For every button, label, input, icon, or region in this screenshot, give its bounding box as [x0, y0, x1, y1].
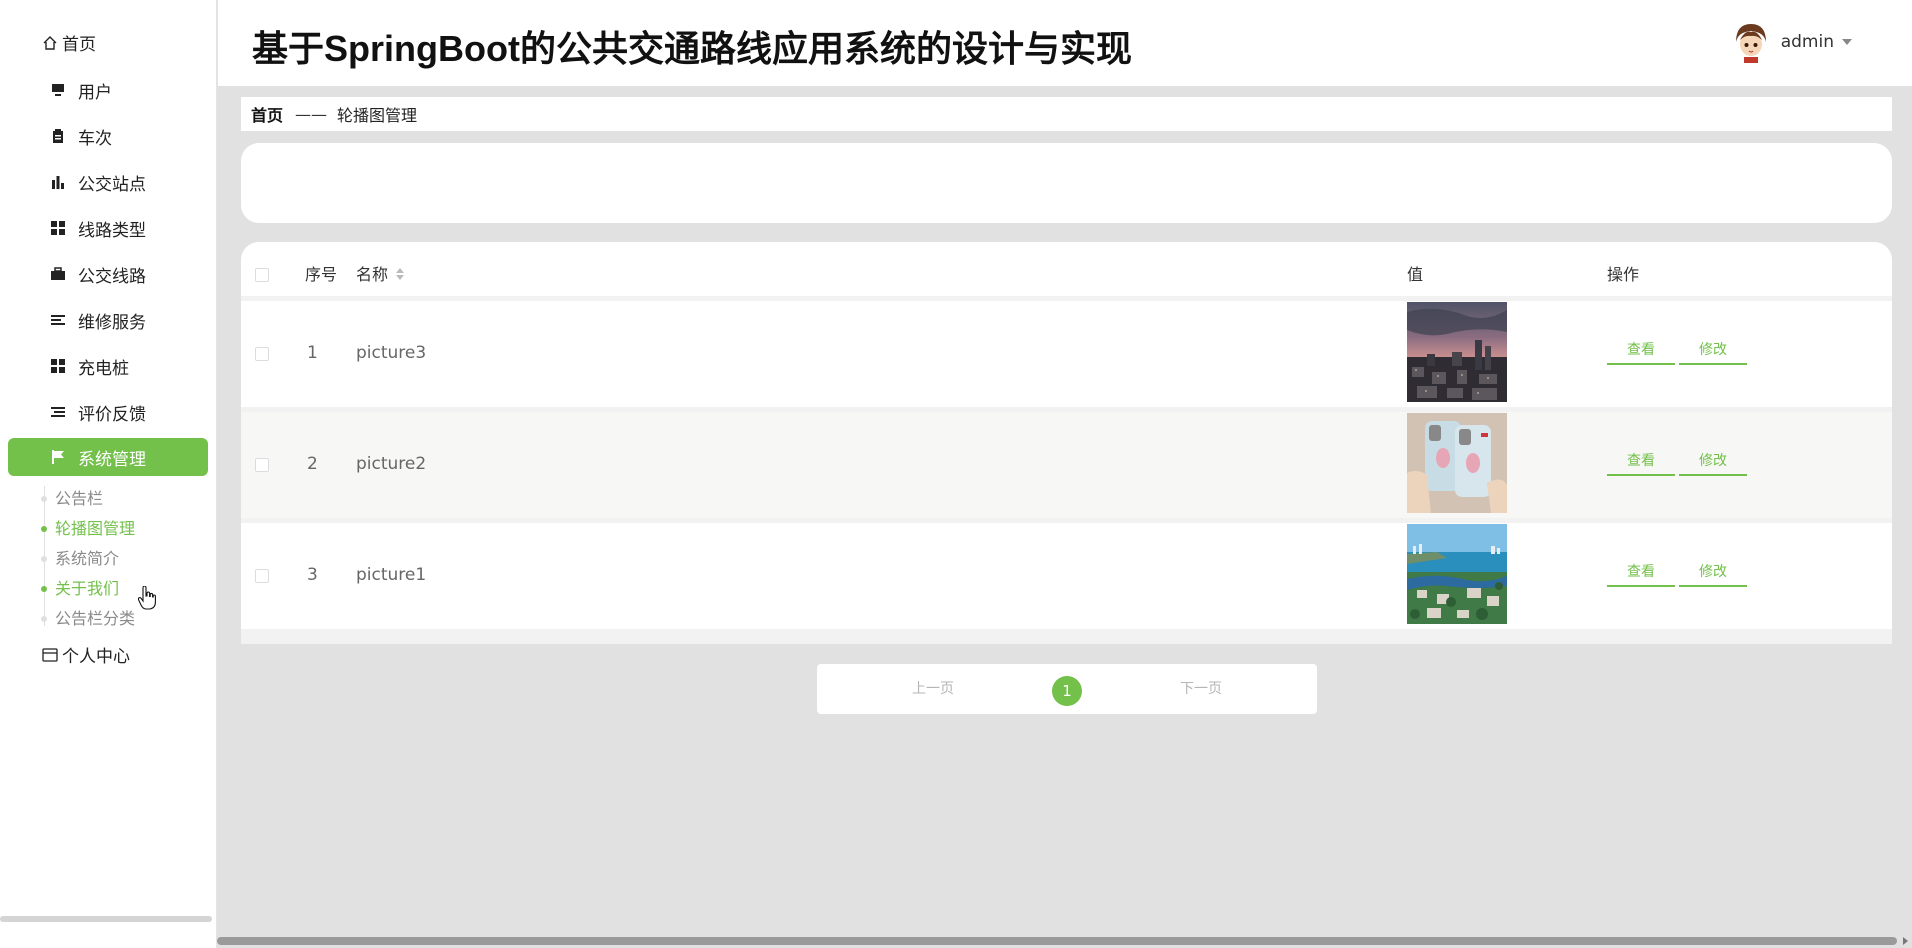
sidebar-item-feedback[interactable]: 评价反馈: [8, 393, 208, 431]
row-name: picture2: [356, 454, 427, 474]
view-button[interactable]: 查看: [1607, 557, 1675, 587]
briefcase-icon: [50, 266, 66, 282]
flag-icon: [50, 449, 66, 465]
sidebar-item-label: 维修服务: [78, 312, 146, 333]
sidebar-item-bus-stops[interactable]: 公交站点: [8, 163, 208, 201]
clipboard-icon: [50, 128, 66, 144]
submenu-item-notice-category[interactable]: 公告栏分类: [41, 604, 136, 634]
sidebar-item-label: 评价反馈: [78, 404, 146, 425]
chevron-down-icon: [1842, 39, 1852, 45]
list-indent-icon: [50, 404, 66, 420]
view-button[interactable]: 查看: [1607, 446, 1675, 476]
home-icon: [40, 33, 60, 53]
avatar: [1731, 23, 1770, 63]
horizontal-scrollbar[interactable]: [217, 937, 1897, 945]
submenu-dot: [41, 526, 47, 532]
scroll-right-icon[interactable]: [1903, 937, 1908, 945]
column-header-value: 值: [1407, 265, 1424, 284]
user-menu[interactable]: admin: [1731, 20, 1852, 64]
sidebar-personal-label: 个人中心: [62, 647, 130, 667]
sidebar-home-label: 首页: [62, 35, 96, 55]
row-name: picture3: [356, 343, 427, 363]
row-index: 1: [307, 343, 318, 363]
id-card-icon: [40, 645, 60, 665]
sidebar-item-system[interactable]: 系统管理: [8, 438, 208, 476]
sort-icon[interactable]: [396, 267, 405, 280]
carousel-image-thumbnail: [1407, 302, 1507, 402]
system-submenu: 公告栏 轮播图管理 系统简介 关于我们 公告栏分类: [41, 484, 136, 634]
sidebar-item-bus-routes[interactable]: 公交线路: [8, 255, 208, 293]
column-header-name[interactable]: 名称: [356, 242, 405, 296]
carousel-image-thumbnail: [1407, 413, 1507, 513]
submenu-item-about[interactable]: 关于我们: [41, 574, 135, 604]
sidebar: 首页 用户 车次 公交站点 线路类型 公交线路 维修服务 充电桩 评价反馈 系统…: [0, 0, 217, 948]
row-checkbox[interactable]: [255, 347, 269, 361]
page-number-button[interactable]: 1: [1052, 676, 1082, 706]
submenu-dot: [41, 556, 47, 562]
sidebar-item-label: 充电桩: [78, 358, 129, 379]
breadcrumb: 首页 —— 轮播图管理: [241, 97, 1892, 131]
app-title: 基于SpringBoot的公共交通路线应用系统的设计与实现: [252, 28, 1132, 69]
submenu-item-label: 公告栏: [55, 489, 104, 508]
view-button[interactable]: 查看: [1607, 335, 1675, 365]
table-row: 2 picture2 查看 修改: [241, 412, 1892, 518]
table-row: 1 picture3 查看 修改: [241, 301, 1892, 407]
select-all-checkbox[interactable]: [255, 268, 269, 282]
column-header-index: 序号: [305, 265, 338, 284]
column-header-name-label: 名称: [356, 265, 389, 284]
username: admin: [1780, 32, 1834, 52]
submenu-item-intro[interactable]: 系统简介: [41, 544, 135, 574]
next-page-button[interactable]: 下一页: [1180, 664, 1222, 714]
edit-button[interactable]: 修改: [1679, 335, 1747, 365]
carousel-image-thumbnail: [1407, 524, 1507, 624]
submenu-dot: [41, 496, 47, 502]
sidebar-item-label: 系统管理: [78, 449, 146, 470]
pagination: 上一页 1 下一页: [817, 664, 1317, 714]
submenu-item-label: 系统简介: [55, 549, 120, 568]
column-header-actions: 操作: [1607, 265, 1640, 284]
row-index: 2: [307, 454, 318, 474]
row-checkbox[interactable]: [255, 458, 269, 472]
sidebar-item-label: 线路类型: [78, 220, 146, 241]
sidebar-scrollbar[interactable]: [0, 916, 212, 922]
edit-button[interactable]: 修改: [1679, 446, 1747, 476]
sidebar-item-label: 公交线路: [78, 266, 146, 287]
sidebar-item-label: 用户: [78, 82, 112, 103]
submenu-item-carousel[interactable]: 轮播图管理: [41, 514, 136, 544]
breadcrumb-home[interactable]: 首页: [251, 102, 283, 126]
sidebar-item-charging[interactable]: 充电桩: [8, 347, 208, 385]
submenu-dot: [41, 616, 47, 622]
submenu-item-label: 公告栏分类: [55, 609, 136, 628]
breadcrumb-current: 轮播图管理: [337, 106, 418, 125]
sidebar-item-label: 公交站点: [78, 174, 146, 195]
prev-page-button[interactable]: 上一页: [912, 664, 954, 714]
sidebar-item-home[interactable]: 首页: [40, 30, 96, 55]
table-header: 序号 名称 值 操作: [241, 242, 1892, 296]
grid-icon: [50, 220, 66, 236]
sidebar-item-maintenance[interactable]: 维修服务: [8, 301, 208, 339]
sidebar-item-route-types[interactable]: 线路类型: [8, 209, 208, 247]
submenu-item-label: 轮播图管理: [55, 519, 136, 538]
list-icon: [50, 312, 66, 328]
sidebar-item-trips[interactable]: 车次: [8, 117, 208, 155]
sidebar-item-users[interactable]: 用户: [8, 71, 208, 109]
edit-button[interactable]: 修改: [1679, 557, 1747, 587]
breadcrumb-separator: ——: [295, 104, 328, 124]
row-name: picture1: [356, 565, 427, 585]
grid-icon: [50, 358, 66, 374]
monitor-icon: [50, 82, 66, 98]
row-checkbox[interactable]: [255, 569, 269, 583]
sidebar-item-label: 车次: [78, 128, 112, 149]
submenu-item-notice[interactable]: 公告栏: [41, 484, 135, 514]
submenu-item-label: 关于我们: [55, 579, 120, 598]
bar-chart-icon: [50, 174, 66, 190]
sidebar-item-personal[interactable]: 个人中心: [40, 642, 130, 667]
hand-cursor-icon: [138, 586, 156, 610]
data-table: 序号 名称 值 操作 1 picture3 查看 修改 2 picture2 查…: [241, 242, 1892, 644]
row-index: 3: [307, 565, 318, 585]
search-panel: [241, 143, 1892, 223]
submenu-dot: [41, 586, 47, 592]
top-header: 基于SpringBoot的公共交通路线应用系统的设计与实现 admin: [218, 0, 1912, 86]
table-row: 3 picture1 查看 修改: [241, 523, 1892, 629]
